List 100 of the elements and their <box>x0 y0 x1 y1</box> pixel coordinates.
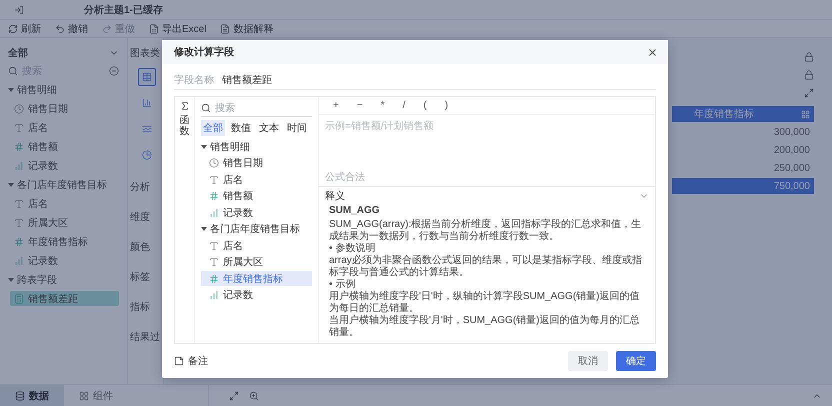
tree-group[interactable]: 跨表字段 <box>8 272 119 287</box>
window-title: 分析主题1-已缓存 <box>84 3 163 16</box>
name-input-field[interactable]: 销售额差距 <box>222 70 272 88</box>
text-type-icon <box>14 218 24 228</box>
search-field[interactable]: 搜索 <box>201 99 312 117</box>
explanation-text: • 示例 <box>329 279 356 290</box>
tree-group[interactable]: 销售明细 <box>8 82 119 97</box>
lock-icon[interactable] <box>804 52 814 62</box>
bar-chart-icon <box>209 208 219 218</box>
bottom-tab[interactable]: 数据 <box>0 385 64 406</box>
search-icon <box>8 66 18 76</box>
field-item[interactable]: 销售额差距 <box>10 291 119 306</box>
field-item[interactable]: 年度销售指标 <box>201 271 312 286</box>
login-icon[interactable] <box>14 4 24 14</box>
field-item[interactable]: 记录数 <box>201 288 312 302</box>
wave-icon <box>142 124 152 134</box>
field-item[interactable]: 销售日期 <box>201 156 312 170</box>
calculator-icon <box>14 294 24 304</box>
operator-button[interactable]: − <box>354 100 365 111</box>
grid-icon[interactable] <box>801 110 810 118</box>
operator-button[interactable]: ( <box>421 100 429 111</box>
functions-tab[interactable]: 函数 <box>180 115 190 137</box>
type-tab[interactable]: 时间 <box>285 120 309 136</box>
operator-button[interactable]: + <box>331 100 341 111</box>
table-cell: 750,000 <box>672 178 814 194</box>
hash-icon <box>209 191 219 201</box>
cancel-button[interactable]: 取消 <box>568 351 608 371</box>
type-tab[interactable]: 数值 <box>229 120 253 136</box>
panel-label: 维度 <box>130 210 150 224</box>
scope-dropdown[interactable]: 全部 <box>8 46 28 60</box>
field-item[interactable]: 年度销售指标 <box>10 234 119 249</box>
clock-icon <box>209 158 219 168</box>
field-item[interactable]: 记录数 <box>201 205 312 220</box>
panel-label: 结果过 <box>130 330 160 344</box>
dialog-title: 修改计算字段 <box>174 45 234 59</box>
panel-label: 指标 <box>130 300 150 314</box>
table-icon <box>142 72 152 82</box>
confirm-button[interactable]: 确定 <box>616 351 656 371</box>
tree-group[interactable]: 销售明细 <box>201 139 312 154</box>
text-type-icon <box>14 122 24 132</box>
table-cell-text: 200,000 <box>772 144 811 158</box>
note-icon <box>174 356 184 366</box>
spreadsheet-icon <box>149 24 159 34</box>
operator-button[interactable]: * <box>378 100 387 111</box>
expand-icon[interactable] <box>229 390 239 400</box>
explanation-header[interactable]: 释义 <box>319 187 655 205</box>
text-type-icon <box>209 257 219 267</box>
toolbar-button[interactable]: 刷新 <box>8 22 41 36</box>
field-item[interactable]: 店名 <box>201 238 312 253</box>
field-item[interactable]: 销售额 <box>10 139 119 154</box>
field-item[interactable]: 所属大区 <box>201 254 312 270</box>
operator-button[interactable]: ) <box>442 100 450 111</box>
search-icon <box>201 102 211 112</box>
function-name: SUM_AGG <box>329 205 381 217</box>
hash-icon <box>14 236 24 246</box>
field-label: 字段名称 <box>174 74 214 86</box>
field-item[interactable]: 店名 <box>10 196 119 211</box>
explanation-text: SUM_AGG(array):根据当前分析维度，返回指标字段的汇总求和值，生成结果为一数据列，行数与当前分析维度行数一致。 <box>329 219 642 242</box>
chart-type-button[interactable] <box>138 68 156 86</box>
bar-chart-icon <box>209 290 219 300</box>
explanation-text: 用户横轴为维度字段'日'时，纵轴的计算字段SUM_AGG(销量)返回的值为每日的汇总销量。 <box>329 291 640 314</box>
clock-icon <box>14 104 24 114</box>
bar-chart-icon <box>14 256 24 266</box>
table-cell-text: 300,000 <box>772 126 811 140</box>
text-type-icon <box>14 198 24 208</box>
toolbar-button[interactable]: 数据解释 <box>220 22 274 36</box>
formula-status: 公式合法 <box>324 170 366 185</box>
note-button[interactable]: 备注 <box>174 354 208 368</box>
field-item[interactable]: 店名 <box>10 120 119 135</box>
tree-group[interactable]: 各门店年度销售目标 <box>201 222 312 236</box>
panel-label: 图表类 <box>130 46 160 60</box>
field-item[interactable]: 销售额 <box>201 188 312 204</box>
collapse-icon[interactable] <box>109 66 119 76</box>
sigma-icon[interactable] <box>180 101 190 111</box>
expand-icon[interactable] <box>804 88 814 98</box>
field-item[interactable]: 所属大区 <box>10 215 119 230</box>
close-button[interactable] <box>647 46 658 58</box>
field-item[interactable]: 记录数 <box>10 253 119 268</box>
grid-icon <box>79 390 89 400</box>
operator-button[interactable]: / <box>400 100 408 111</box>
hash-icon <box>209 274 219 284</box>
panel-label: 分析 <box>130 180 150 194</box>
field-item[interactable]: 店名 <box>201 172 312 187</box>
tree-group[interactable]: 各门店年度销售目标 <box>8 177 119 192</box>
zoom-in-icon[interactable] <box>249 390 259 400</box>
field-item[interactable]: 销售日期 <box>10 101 119 116</box>
explanation-text: array必须为非聚合函数公式返回的结果，可以是某指标字段、维度或指标字段与普通公式的计算结果。 <box>329 255 643 279</box>
document-icon <box>220 24 230 34</box>
table-cell-text: 250,000 <box>772 162 811 176</box>
type-tab[interactable]: 文本 <box>257 120 281 136</box>
text-type-icon <box>209 174 219 184</box>
database-icon <box>15 390 25 400</box>
lock-icon[interactable] <box>804 70 814 80</box>
type-tab[interactable]: 全部 <box>201 120 225 136</box>
refresh-icon <box>8 24 18 34</box>
toolbar-button[interactable]: 导出Excel <box>149 22 206 36</box>
explanation-text: • 参数说明 <box>329 243 376 254</box>
toolbar-button[interactable]: 撤销 <box>55 22 88 36</box>
redo-icon <box>102 24 112 34</box>
field-item[interactable]: 记录数 <box>10 158 119 173</box>
